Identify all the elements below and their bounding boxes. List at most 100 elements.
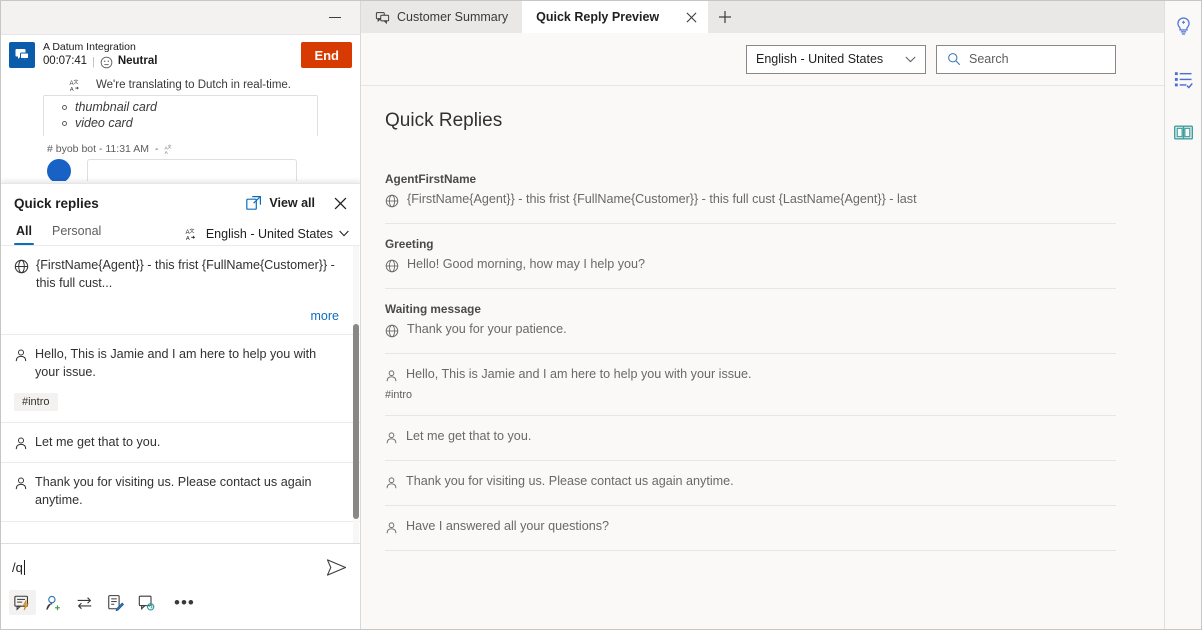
reply-text: Let me get that to you.: [406, 429, 531, 443]
person-icon: [14, 476, 28, 491]
composer-toolbar: •••: [1, 590, 361, 615]
main-content-area: Customer Summary Quick Reply Preview: [361, 1, 1166, 630]
tab-customer-summary[interactable]: Customer Summary: [361, 1, 522, 33]
svg-text:A: A: [186, 235, 190, 240]
reply-line[interactable]: Let me get that to you.: [385, 429, 1116, 458]
language-dropdown[interactable]: English - United States: [746, 45, 926, 74]
tab-quick-reply-preview[interactable]: Quick Reply Preview: [522, 1, 708, 33]
add-agent-button[interactable]: [40, 590, 67, 615]
consult-button[interactable]: [133, 590, 160, 615]
end-session-button[interactable]: End: [301, 42, 352, 68]
list-item-row: Hello, This is Jamie and I am here to he…: [14, 346, 339, 382]
globe-icon: [385, 324, 399, 338]
meta-dash: -: [155, 143, 159, 155]
text-caret: [24, 560, 25, 575]
transfer-arrows-icon: [75, 594, 94, 612]
session-meta: A Datum Integration 00:07:41 | Neutral: [43, 41, 301, 68]
consult-icon: [137, 594, 156, 612]
svg-text:文: 文: [189, 227, 194, 234]
agenda-checklist-icon: [1173, 69, 1194, 90]
divider: [385, 550, 1116, 551]
flyout-language-selector[interactable]: A 文 A English - United States: [185, 227, 349, 241]
reply-text: Thank you for visiting us. Please contac…: [406, 474, 734, 488]
quick-replies-tabs: All Personal A 文 A English - United Stat…: [1, 216, 361, 245]
composer-input-row[interactable]: /q: [1, 544, 361, 590]
tag-badge: #intro: [14, 393, 58, 411]
message-composer: /q: [1, 543, 361, 630]
bot-message-meta: # byob bot - 11:31 AM - A 文 A: [43, 136, 360, 159]
quick-reply-button[interactable]: [9, 590, 36, 615]
agent-scripts-button[interactable]: [1168, 64, 1198, 94]
reply-line[interactable]: Thank you for your patience.: [385, 322, 1116, 351]
reply-text: Have I answered all your questions?: [406, 519, 609, 533]
reply-line[interactable]: Hello, This is Jamie and I am here to he…: [385, 367, 1116, 389]
message-input[interactable]: /q: [12, 560, 324, 575]
send-button[interactable]: [324, 556, 349, 579]
list-scrollbar-thumb[interactable]: [353, 324, 359, 519]
open-in-new-window-icon: [246, 195, 262, 211]
flyout-language-label: English - United States: [206, 227, 333, 241]
reply-group: Let me get that to you.: [385, 416, 1116, 460]
list-item[interactable]: Let me get that to you.: [1, 423, 361, 464]
reply-group: Thank you for visiting us. Please contac…: [385, 461, 1116, 505]
more-link[interactable]: more: [14, 309, 339, 323]
person-icon: [385, 431, 398, 445]
list-item-row: Let me get that to you.: [14, 434, 339, 452]
session-channel-icon: [9, 42, 35, 68]
new-tab-button[interactable]: [708, 1, 742, 33]
quick-replies-flyout: Quick replies View all: [1, 183, 361, 543]
conversation-transcript: thumbnail card video card # byob bot - 1…: [1, 95, 360, 181]
customer-name: A Datum Integration: [43, 41, 301, 53]
search-placeholder: Search: [969, 52, 1009, 66]
translation-text: We're translating to Dutch in real-time.: [96, 79, 291, 91]
reply-line[interactable]: Hello! Good morning, how may I help you?: [385, 257, 1116, 286]
svg-text:A: A: [165, 150, 168, 155]
knowledge-search-button[interactable]: [1168, 117, 1198, 147]
language-value: English - United States: [756, 52, 883, 66]
conversation-panel: A Datum Integration 00:07:41 | Neutral E…: [1, 1, 361, 630]
search-input[interactable]: Search: [936, 45, 1116, 74]
page-title: Quick Replies: [385, 110, 1116, 132]
list-item[interactable]: {FirstName{Agent}} - this frist {FullNam…: [1, 246, 361, 335]
tab-bar: Customer Summary Quick Reply Preview: [361, 1, 1166, 33]
tab-label: Quick Reply Preview: [536, 10, 659, 24]
smart-assist-button[interactable]: [1168, 11, 1198, 41]
add-agent-icon: [44, 594, 63, 612]
reply-line[interactable]: {FirstName{Agent}} - this frist {FullNam…: [385, 192, 1116, 221]
chat-bubble-icon: [14, 47, 30, 63]
close-tab-button[interactable]: [680, 6, 702, 28]
bot-card: thumbnail card video card: [43, 95, 318, 136]
reply-group: AgentFirstName {FirstName{Agent}} - this…: [385, 172, 1116, 223]
close-flyout-button[interactable]: [331, 194, 349, 212]
tab-personal[interactable]: Personal: [50, 222, 103, 245]
list-item[interactable]: Hello, This is Jamie and I am here to he…: [1, 335, 361, 423]
next-message-preview: [43, 159, 360, 181]
view-all-button[interactable]: View all: [246, 195, 315, 211]
list-item-text: Let me get that to you.: [35, 434, 160, 452]
reply-group: Waiting message Thank you for your patie…: [385, 289, 1116, 353]
person-icon: [14, 348, 28, 363]
reply-line[interactable]: Have I answered all your questions?: [385, 519, 1116, 548]
translate-icon: A 文 A: [69, 78, 84, 92]
tag-badge: #intro: [385, 389, 1116, 413]
translate-icon: A 文 A: [164, 144, 176, 155]
list-item[interactable]: Thank you for visiting us. Please contac…: [1, 463, 361, 522]
transfer-button[interactable]: [71, 590, 98, 615]
more-options-button[interactable]: •••: [168, 598, 201, 608]
translate-icon: A 文 A: [185, 227, 200, 241]
send-paper-plane-icon: [326, 558, 347, 577]
minimize-button[interactable]: [320, 5, 350, 31]
tab-all[interactable]: All: [14, 222, 34, 245]
person-icon: [14, 436, 28, 451]
reply-line[interactable]: Thank you for visiting us. Please contac…: [385, 474, 1116, 503]
preview-body: Quick Replies AgentFirstName {FirstName{…: [361, 86, 1166, 551]
quick-replies-list[interactable]: {FirstName{Agent}} - this frist {FullNam…: [1, 245, 361, 543]
panel-titlebar: [1, 1, 360, 35]
notes-button[interactable]: [102, 590, 129, 615]
card-item-label: thumbnail card: [75, 100, 157, 114]
divider: |: [92, 56, 95, 69]
person-icon: [385, 476, 398, 490]
translation-banner: A 文 A We're translating to Dutch in real…: [1, 75, 360, 95]
reply-group: Hello, This is Jamie and I am here to he…: [385, 354, 1116, 415]
bullet-ring-icon: [62, 105, 67, 110]
